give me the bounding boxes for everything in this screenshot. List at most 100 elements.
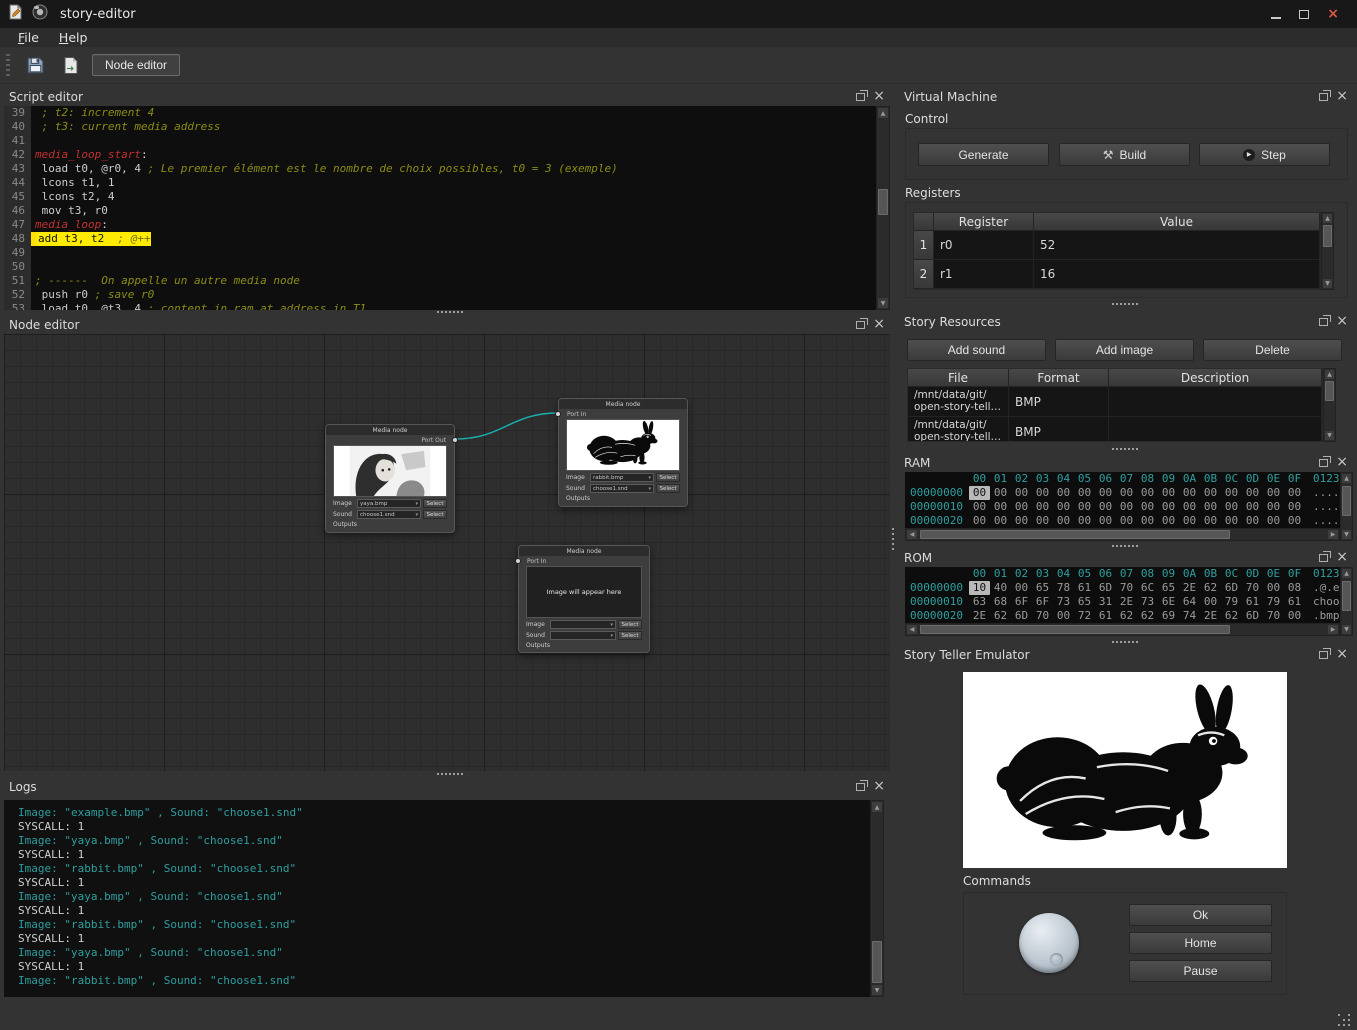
node-select-button[interactable]: Select bbox=[656, 473, 680, 482]
hex-byte[interactable]: 74 bbox=[1179, 609, 1200, 623]
code-line[interactable]: 41 bbox=[4, 134, 876, 148]
scroll-left-arrow[interactable]: ◀ bbox=[906, 624, 918, 635]
splitter-handle[interactable] bbox=[1112, 303, 1114, 305]
hex-byte[interactable]: 00 bbox=[1221, 486, 1242, 500]
hex-byte[interactable]: 6D bbox=[1242, 609, 1263, 623]
hex-byte[interactable]: 6F bbox=[1032, 595, 1053, 609]
hex-byte[interactable]: 00 bbox=[1095, 500, 1116, 514]
hex-byte[interactable]: 00 bbox=[1263, 514, 1284, 528]
hex-byte[interactable]: 00 bbox=[969, 514, 990, 528]
hex-byte[interactable]: 00 bbox=[969, 500, 990, 514]
hex-byte[interactable]: 00 bbox=[1158, 500, 1179, 514]
scroll-down-arrow[interactable]: ▼ bbox=[1322, 278, 1333, 289]
float-panel-icon[interactable] bbox=[1319, 93, 1328, 101]
register-name-cell[interactable]: r0 bbox=[934, 231, 1034, 259]
hex-byte[interactable]: 00 bbox=[1242, 500, 1263, 514]
hex-byte[interactable]: 00 bbox=[1158, 514, 1179, 528]
hex-byte[interactable]: 31 bbox=[1095, 595, 1116, 609]
scrollbar-thumb[interactable] bbox=[1342, 581, 1351, 611]
rom-dock-title[interactable]: ROM × bbox=[899, 549, 1353, 566]
node-editor-dock-title[interactable]: Node editor × bbox=[4, 316, 890, 333]
registers-scrollbar[interactable]: ▲ ▼ bbox=[1321, 212, 1334, 290]
hex-byte[interactable]: 00 bbox=[1032, 486, 1053, 500]
hex-byte[interactable]: 2E bbox=[1179, 581, 1200, 595]
hex-byte[interactable]: 65 bbox=[1032, 581, 1053, 595]
code-line[interactable]: 42media_loop_start: bbox=[4, 148, 876, 162]
hex-byte[interactable]: 61 bbox=[1242, 595, 1263, 609]
node-media-combobox[interactable]: ▾ bbox=[550, 631, 616, 640]
save-button[interactable] bbox=[20, 51, 50, 79]
node-title[interactable]: Media node bbox=[519, 546, 649, 556]
hex-byte[interactable]: 00 bbox=[1263, 500, 1284, 514]
hex-byte[interactable]: 00 bbox=[990, 486, 1011, 500]
node-media-combobox[interactable]: yaya.bmp▾ bbox=[357, 499, 421, 508]
hex-byte[interactable]: 00 bbox=[1053, 500, 1074, 514]
hex-byte[interactable]: 61 bbox=[1074, 581, 1095, 595]
hex-byte[interactable]: 00 bbox=[1200, 500, 1221, 514]
scroll-up-arrow[interactable]: ▲ bbox=[1322, 213, 1333, 224]
resource-description-cell[interactable] bbox=[1109, 417, 1322, 442]
node-media-combobox[interactable]: choose1.snd▾ bbox=[590, 484, 654, 493]
node-media-combobox[interactable]: ▾ bbox=[550, 620, 616, 629]
splitter-handle[interactable] bbox=[1112, 545, 1114, 547]
hex-byte[interactable]: 63 bbox=[969, 595, 990, 609]
scroll-up-arrow[interactable]: ▲ bbox=[1341, 473, 1352, 484]
hex-byte[interactable]: 00 bbox=[1116, 500, 1137, 514]
registers-table[interactable]: Register Value 1 r0 52 2 r1 16 bbox=[913, 212, 1321, 290]
menu-help[interactable]: Help bbox=[49, 29, 98, 46]
script-editor-dock-title[interactable]: Script editor × bbox=[4, 88, 890, 105]
hex-byte[interactable]: 6D bbox=[1095, 581, 1116, 595]
code-line[interactable]: 49 bbox=[4, 246, 876, 260]
code-line[interactable]: 45 lcons t2, 4 bbox=[4, 190, 876, 204]
close-panel-icon[interactable]: × bbox=[1336, 553, 1348, 562]
scroll-right-arrow[interactable]: ▶ bbox=[1327, 624, 1339, 635]
node-select-button[interactable]: Select bbox=[656, 484, 680, 493]
code-line[interactable]: 48add t3, t2 ; @++ bbox=[4, 232, 876, 246]
emulator-dock-title[interactable]: Story Teller Emulator × bbox=[899, 646, 1353, 663]
hex-byte[interactable]: 2E bbox=[1116, 595, 1137, 609]
hex-byte[interactable]: 70 bbox=[1032, 609, 1053, 623]
splitter-handle[interactable] bbox=[437, 311, 439, 313]
resource-file-cell[interactable]: /mnt/data/git/ open-story-tell… bbox=[908, 387, 1009, 416]
hex-byte[interactable]: 6D bbox=[1221, 581, 1242, 595]
logs-dock-title[interactable]: Logs × bbox=[4, 778, 890, 795]
delete-button[interactable]: Delete bbox=[1203, 339, 1342, 361]
logs-scrollbar[interactable]: ▲ ▼ bbox=[870, 800, 884, 997]
media-node[interactable]: Media nodePort InImage will appear hereI… bbox=[518, 545, 650, 653]
hex-byte[interactable]: 00 bbox=[1074, 486, 1095, 500]
code-line[interactable]: 44 lcons t1, 1 bbox=[4, 176, 876, 190]
hex-byte[interactable]: 73 bbox=[1053, 595, 1074, 609]
resources-table[interactable]: File Format Description /mnt/data/git/ o… bbox=[907, 368, 1323, 442]
hex-byte[interactable]: 70 bbox=[1116, 581, 1137, 595]
build-button[interactable]: ⚒ Build bbox=[1059, 143, 1190, 166]
hex-byte[interactable]: 78 bbox=[1053, 581, 1074, 595]
float-panel-icon[interactable] bbox=[1319, 318, 1328, 326]
float-panel-icon[interactable] bbox=[856, 321, 865, 329]
ok-button[interactable]: Ok bbox=[1129, 904, 1272, 926]
add-image-button[interactable]: Add image bbox=[1055, 339, 1194, 361]
hex-byte[interactable]: 00 bbox=[1263, 486, 1284, 500]
script-editor-scrollbar[interactable]: ▲ ▼ bbox=[876, 106, 890, 310]
export-button[interactable] bbox=[56, 51, 86, 79]
hex-byte[interactable]: 62 bbox=[1200, 581, 1221, 595]
scrollbar-thumb[interactable] bbox=[1323, 225, 1332, 247]
hex-byte[interactable]: 70 bbox=[1242, 581, 1263, 595]
resource-row[interactable]: /mnt/data/git/ open-story-tell… BMP bbox=[908, 387, 1322, 417]
resources-col-file[interactable]: File bbox=[908, 369, 1009, 386]
hex-byte[interactable]: 62 bbox=[1221, 609, 1242, 623]
scroll-down-arrow[interactable]: ▼ bbox=[1341, 529, 1352, 540]
hex-byte[interactable]: 00 bbox=[1284, 514, 1305, 528]
hex-byte[interactable]: 6E bbox=[1158, 595, 1179, 609]
register-name-cell[interactable]: r1 bbox=[934, 260, 1034, 288]
hex-byte[interactable]: 68 bbox=[990, 595, 1011, 609]
resource-file-cell[interactable]: /mnt/data/git/ open-story-tell… bbox=[908, 417, 1009, 442]
hex-byte[interactable]: 00 bbox=[1032, 514, 1053, 528]
close-panel-icon[interactable]: × bbox=[1336, 458, 1348, 467]
scroll-up-arrow[interactable]: ▲ bbox=[1341, 568, 1352, 579]
media-node[interactable]: Media nodePort In Imagerabbit.bmp▾Select… bbox=[558, 398, 688, 507]
node-title[interactable]: Media node bbox=[559, 399, 687, 409]
node-media-combobox[interactable]: choose1.snd▾ bbox=[357, 510, 421, 519]
node-select-button[interactable]: Select bbox=[618, 620, 642, 629]
code-line[interactable]: 52 push r0 ; save r0 bbox=[4, 288, 876, 302]
hex-byte[interactable]: 00 bbox=[1137, 486, 1158, 500]
